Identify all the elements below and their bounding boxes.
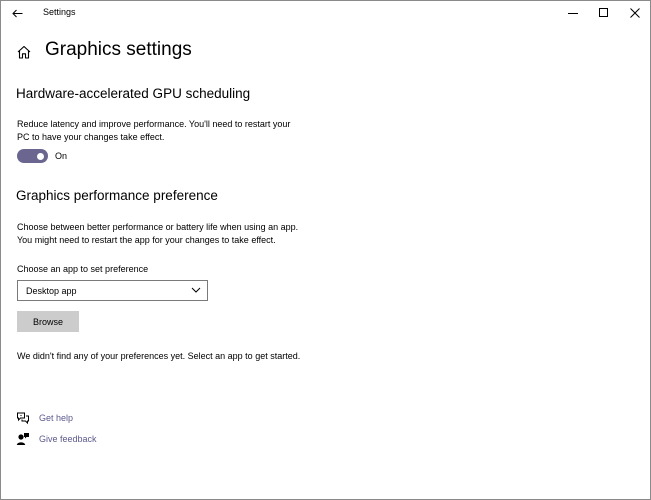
performance-preference-heading: Graphics performance preference xyxy=(16,188,218,203)
app-type-value: Desktop app xyxy=(26,285,77,296)
close-button[interactable] xyxy=(620,1,650,25)
get-help-link[interactable]: Get help xyxy=(16,411,73,425)
title-bar: Settings xyxy=(1,1,650,25)
browse-button[interactable]: Browse xyxy=(17,311,79,332)
minimize-icon xyxy=(568,13,578,14)
description-line: Reduce latency and improve performance. … xyxy=(17,119,291,129)
page-title: Graphics settings xyxy=(45,39,192,60)
gpu-scheduling-heading: Hardware-accelerated GPU scheduling xyxy=(16,86,251,101)
help-chat-icon xyxy=(16,411,30,425)
gpu-scheduling-description: Reduce latency and improve performance. … xyxy=(17,118,327,143)
gpu-scheduling-toggle[interactable] xyxy=(17,149,48,163)
description-line: Choose between better performance or bat… xyxy=(17,222,299,232)
get-help-label: Get help xyxy=(39,413,74,423)
app-type-dropdown[interactable]: Desktop app xyxy=(17,280,208,301)
give-feedback-label: Give feedback xyxy=(39,434,97,444)
feedback-person-icon xyxy=(16,432,30,446)
back-button[interactable] xyxy=(7,4,27,22)
description-line: PC to have your changes take effect. xyxy=(17,131,165,142)
maximize-icon xyxy=(599,8,608,17)
chevron-down-icon xyxy=(191,287,201,293)
window-title: Settings xyxy=(43,7,76,17)
description-line: You might need to restart the app for yo… xyxy=(17,234,276,245)
home-icon[interactable] xyxy=(16,44,32,60)
settings-window: Settings Graphics settings Hardware-acce… xyxy=(0,0,651,500)
minimize-button[interactable] xyxy=(558,1,588,25)
toggle-state-label: On xyxy=(55,151,68,161)
give-feedback-link[interactable]: Give feedback xyxy=(16,432,97,446)
close-icon xyxy=(630,8,640,18)
toggle-knob xyxy=(37,152,44,160)
maximize-button[interactable] xyxy=(589,1,619,25)
performance-preference-description: Choose between better performance or bat… xyxy=(17,221,327,246)
empty-preferences-message: We didn't find any of your preferences y… xyxy=(17,351,301,361)
app-select-label: Choose an app to set preference xyxy=(17,264,149,274)
back-arrow-icon xyxy=(11,9,22,17)
